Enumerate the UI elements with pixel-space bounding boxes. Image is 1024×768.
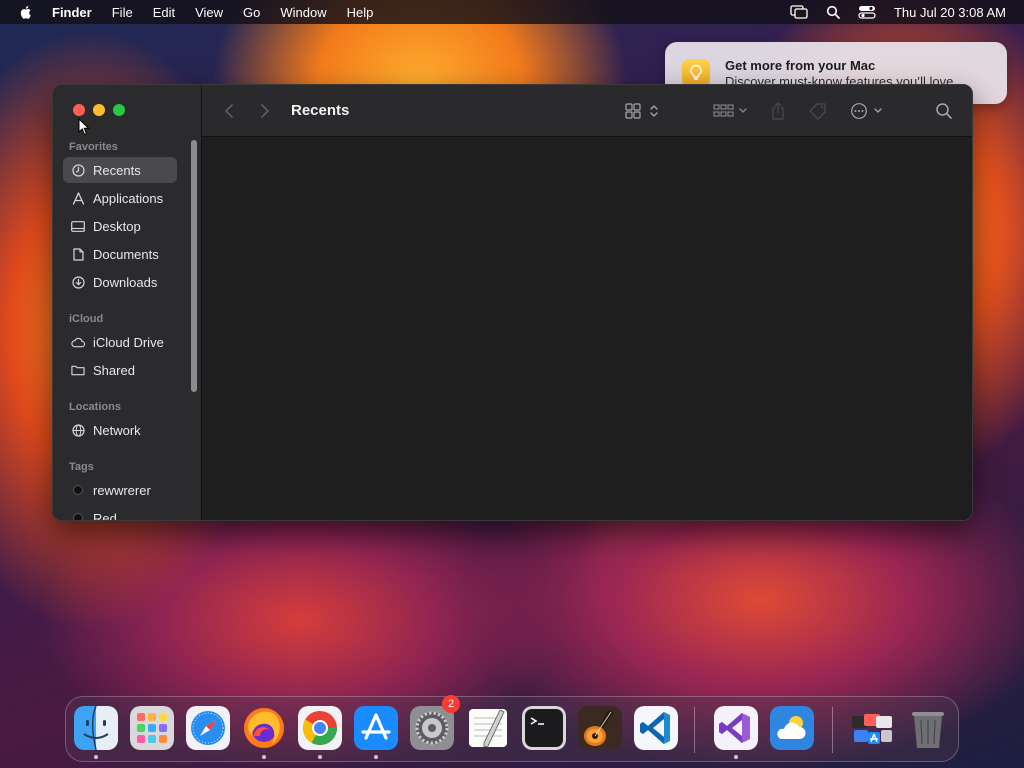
section-locations: Locations — [69, 401, 121, 413]
more-actions-icon[interactable] — [850, 101, 886, 121]
notification-badge: 2 — [442, 695, 460, 713]
dock-visual-studio-icon[interactable] — [714, 706, 758, 750]
tag-color-dot — [73, 513, 83, 520]
dock-textedit-icon[interactable] — [466, 706, 510, 750]
spotlight-search-icon[interactable] — [824, 4, 842, 20]
sidebar-item-label: Applications — [93, 190, 164, 206]
menu-go[interactable]: Go — [243, 5, 260, 20]
sidebar-tag-red[interactable]: Red — [63, 505, 177, 521]
sidebar-item-label: Shared — [93, 362, 135, 378]
window-title: Recents — [291, 102, 350, 119]
sidebar-item-desktop[interactable]: Desktop — [63, 213, 177, 239]
tips-lightbulb-icon — [682, 59, 710, 87]
mouse-cursor-icon — [78, 118, 90, 136]
window-controls — [73, 104, 133, 116]
dock-trash-icon[interactable] — [906, 706, 950, 750]
sidebar-item-network[interactable]: Network — [63, 417, 177, 443]
shared-folder-icon — [71, 363, 85, 377]
dock-safari-icon[interactable] — [186, 706, 230, 750]
dock-terminal-icon[interactable] — [522, 706, 566, 750]
finder-toolbar: Recents — [202, 85, 972, 137]
dock-stack-icon[interactable] — [850, 706, 894, 750]
group-by-icon[interactable] — [713, 101, 749, 121]
dock-chrome-icon[interactable] — [298, 706, 342, 750]
applications-icon — [71, 191, 85, 205]
menu-file[interactable]: File — [112, 5, 133, 20]
menu-view[interactable]: View — [195, 5, 223, 20]
sidebar-item-documents[interactable]: Documents — [63, 241, 177, 267]
dock: 2 — [65, 695, 959, 762]
dock-garageband-icon[interactable] — [578, 706, 622, 750]
finder-window: Favorites Recents Applications Desktop D… — [52, 84, 973, 521]
menu-app-name[interactable]: Finder — [52, 5, 92, 20]
tag-color-dot — [73, 485, 83, 495]
finder-sidebar: Favorites Recents Applications Desktop D… — [53, 85, 202, 521]
dock-weather-icon[interactable] — [770, 706, 814, 750]
sidebar-item-recents[interactable]: Recents — [63, 157, 177, 183]
dock-vscode-icon[interactable] — [634, 706, 678, 750]
running-indicator — [318, 755, 322, 759]
download-icon — [71, 275, 85, 289]
sidebar-item-applications[interactable]: Applications — [63, 185, 177, 211]
section-icloud: iCloud — [69, 313, 104, 325]
forward-chevron-icon[interactable] — [260, 101, 270, 121]
dock-separator — [694, 707, 695, 753]
desktop-icon — [71, 219, 85, 233]
sidebar-item-label: Recents — [93, 162, 141, 178]
sidebar-item-downloads[interactable]: Downloads — [63, 269, 177, 295]
dock-finder-icon[interactable] — [74, 706, 118, 750]
back-chevron-icon[interactable] — [224, 101, 234, 121]
dock-launchpad-icon[interactable] — [130, 706, 174, 750]
finder-content: Recents — [202, 85, 972, 520]
document-icon — [71, 247, 85, 261]
sidebar-item-label: Network — [93, 422, 141, 438]
search-icon[interactable] — [935, 101, 953, 121]
sidebar-item-shared[interactable]: Shared — [63, 357, 177, 383]
running-indicator — [94, 755, 98, 759]
section-favorites: Favorites — [69, 141, 118, 153]
dock-app-store-icon[interactable] — [354, 706, 398, 750]
menu-bar: Finder File Edit View Go Window Help Thu… — [0, 0, 1024, 24]
notification-title: Get more from your Mac — [725, 57, 876, 73]
sidebar-tag-rewwrerer[interactable]: rewwrerer — [63, 477, 177, 503]
sidebar-item-label: Documents — [93, 246, 159, 262]
minimize-button[interactable] — [93, 104, 105, 116]
running-indicator — [734, 755, 738, 759]
menu-window[interactable]: Window — [280, 5, 326, 20]
menu-help[interactable]: Help — [347, 5, 374, 20]
running-indicator — [374, 755, 378, 759]
share-icon[interactable] — [771, 101, 785, 121]
control-center-icon[interactable] — [858, 4, 876, 20]
sidebar-item-icloud-drive[interactable]: iCloud Drive — [63, 329, 177, 355]
sidebar-item-label: Downloads — [93, 274, 158, 290]
clock-icon — [71, 163, 85, 177]
dock-separator — [832, 707, 833, 753]
sidebar-item-label: iCloud Drive — [93, 334, 164, 350]
cloud-icon — [71, 335, 85, 349]
sidebar-scrollbar[interactable] — [191, 140, 197, 392]
globe-icon — [71, 423, 85, 437]
tag-icon[interactable] — [808, 101, 828, 121]
view-mode-grid-icon[interactable] — [625, 101, 661, 121]
sidebar-item-label: Desktop — [93, 218, 141, 234]
dock-firefox-icon[interactable] — [242, 706, 286, 750]
zoom-button[interactable] — [113, 104, 125, 116]
close-button[interactable] — [73, 104, 85, 116]
menu-edit[interactable]: Edit — [153, 5, 175, 20]
apple-menu-icon[interactable] — [18, 4, 34, 20]
sidebar-item-label: Red — [93, 510, 117, 521]
screen-mirroring-icon[interactable] — [790, 4, 808, 20]
menu-clock[interactable]: Thu Jul 20 3:08 AM — [894, 5, 1006, 20]
section-tags: Tags — [69, 461, 94, 473]
running-indicator — [262, 755, 266, 759]
sidebar-item-label: rewwrerer — [93, 482, 151, 498]
